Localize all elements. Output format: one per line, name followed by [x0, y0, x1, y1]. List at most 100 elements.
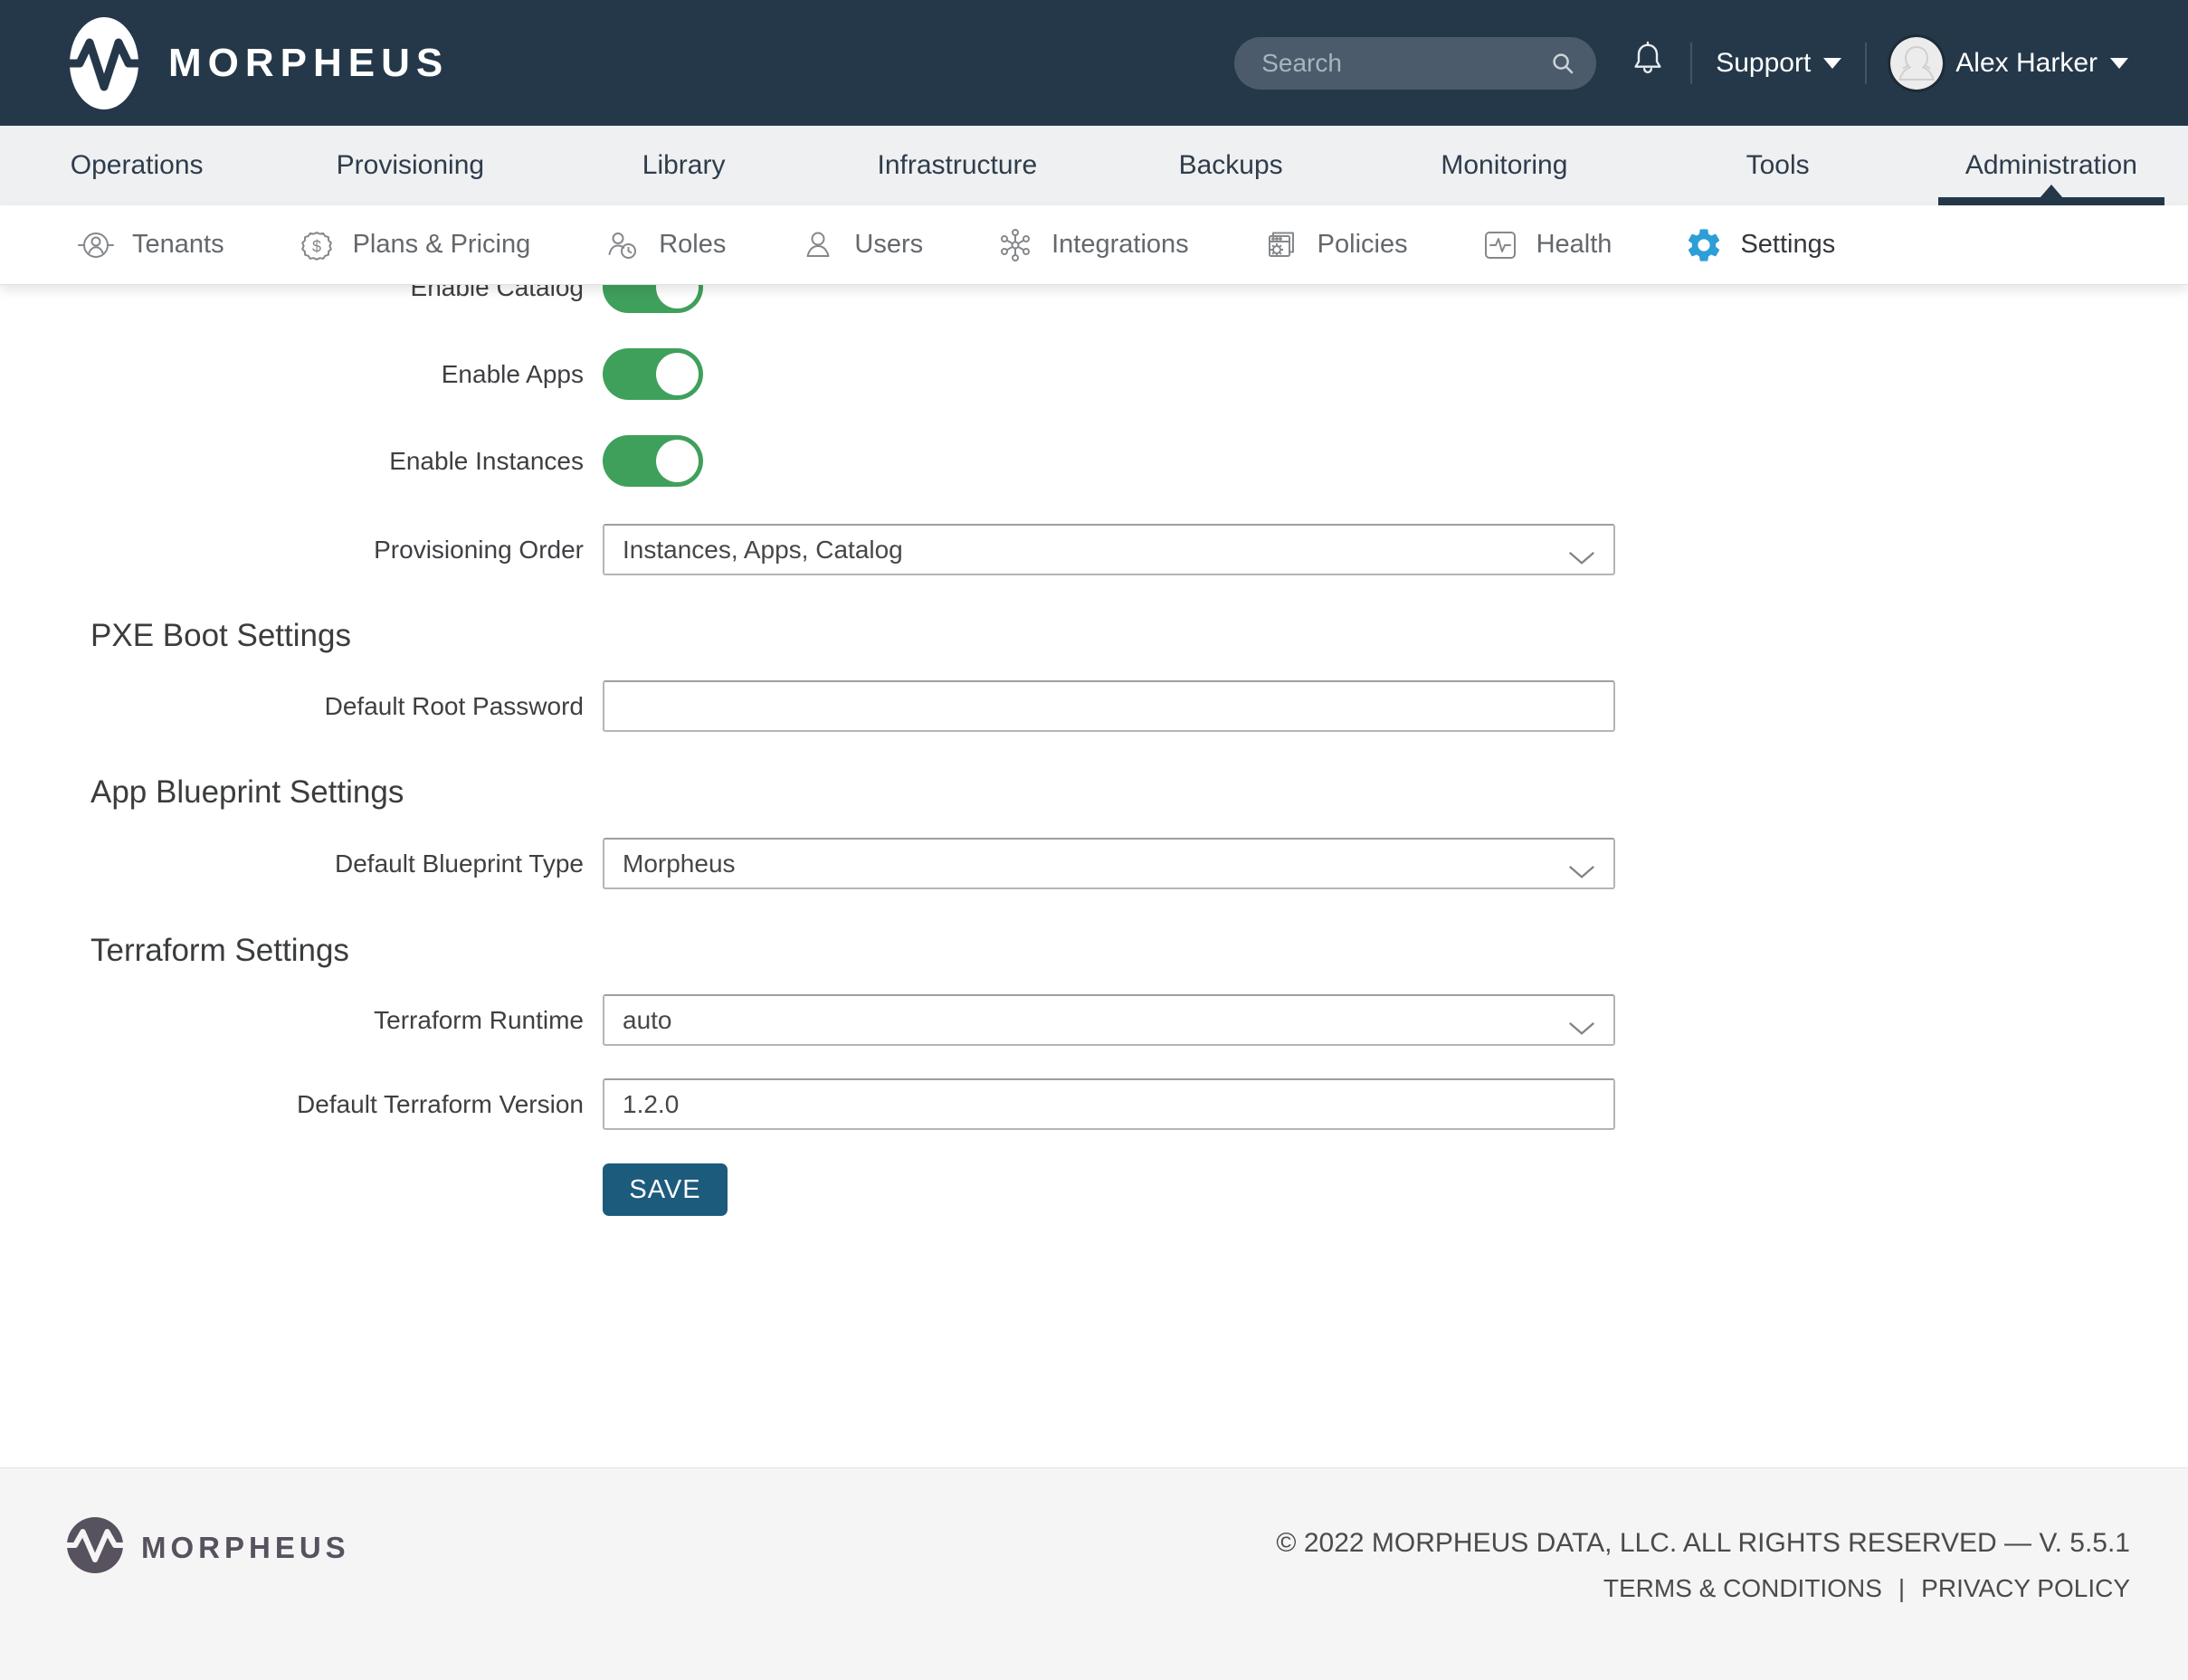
default-blueprint-type-select[interactable]: Morpheus	[603, 838, 1615, 889]
subnav-integrations[interactable]: Integrations	[995, 225, 1189, 265]
default-root-password-input[interactable]	[603, 680, 1615, 732]
roles-icon	[603, 225, 642, 265]
subnav-label: Plans & Pricing	[353, 230, 531, 260]
terraform-runtime-value: auto	[623, 1006, 672, 1035]
default-blueprint-type-label: Default Blueprint Type	[0, 849, 584, 878]
tab-infrastructure[interactable]: Infrastructure	[821, 126, 1094, 205]
notifications-bell-icon[interactable]	[1629, 40, 1667, 86]
health-icon	[1480, 225, 1520, 265]
plans-pricing-icon: $	[297, 225, 337, 265]
terraform-runtime-select[interactable]: auto	[603, 994, 1615, 1046]
tab-administration[interactable]: Administration	[1915, 126, 2188, 205]
footer-brand-title: MORPHEUS	[141, 1531, 350, 1565]
chevron-down-icon	[1823, 58, 1841, 69]
chevron-down-icon	[1568, 1014, 1595, 1043]
provisioning-order-row: Provisioning Order Instances, Apps, Cata…	[0, 524, 1615, 575]
enable-apps-label: Enable Apps	[0, 360, 584, 389]
main-nav: Operations Provisioning Library Infrastr…	[0, 126, 2188, 205]
subnav-label: Settings	[1740, 230, 1835, 260]
subnav-roles[interactable]: Roles	[603, 225, 726, 265]
brand-title: MORPHEUS	[168, 41, 449, 86]
enable-catalog-toggle[interactable]	[603, 285, 703, 313]
provisioning-order-select[interactable]: Instances, Apps, Catalog	[603, 524, 1615, 575]
subnav-settings[interactable]: Settings	[1684, 225, 1835, 265]
support-label: Support	[1716, 48, 1811, 79]
subnav-label: Users	[854, 230, 923, 260]
chevron-down-icon	[2110, 58, 2128, 69]
enable-instances-label: Enable Instances	[0, 447, 584, 476]
admin-sub-nav: Tenants $ Plans & Pricing Roles	[0, 205, 2188, 285]
header-actions: Support Alex Harker	[1234, 0, 2128, 126]
default-blueprint-type-row: Default Blueprint Type Morpheus	[0, 838, 1615, 889]
avatar	[1890, 37, 1943, 90]
morpheus-footer-logo-icon	[67, 1517, 123, 1578]
user-menu[interactable]: Alex Harker	[1890, 37, 2128, 90]
tab-tools[interactable]: Tools	[1641, 126, 1915, 205]
footer-copyright: © 2022 MORPHEUS DATA, LLC. ALL RIGHTS RE…	[1276, 1528, 2130, 1559]
subnav-tenants[interactable]: Tenants	[76, 225, 224, 265]
enable-apps-row: Enable Apps	[0, 348, 703, 400]
integrations-icon	[995, 225, 1035, 265]
user-name: Alex Harker	[1955, 48, 2098, 79]
subnav-label: Roles	[659, 230, 726, 260]
tab-monitoring[interactable]: Monitoring	[1367, 126, 1641, 205]
search-input[interactable]	[1234, 37, 1596, 90]
toggle-knob	[656, 285, 699, 308]
morpheus-logo-icon	[69, 16, 139, 110]
enable-instances-row: Enable Instances	[0, 435, 703, 487]
tenants-icon	[76, 225, 116, 265]
default-root-password-row: Default Root Password	[0, 680, 1615, 732]
footer-brand: MORPHEUS	[67, 1517, 350, 1578]
chevron-down-icon	[1568, 858, 1595, 887]
search-icon[interactable]	[1549, 50, 1576, 77]
settings-content: Enable Catalog Enable Apps Enable Instan…	[0, 285, 2188, 1467]
subnav-label: Health	[1536, 230, 1612, 260]
default-root-password-label: Default Root Password	[0, 692, 584, 721]
subnav-plans-pricing[interactable]: $ Plans & Pricing	[297, 225, 531, 265]
tab-backups[interactable]: Backups	[1094, 126, 1367, 205]
subnav-health[interactable]: Health	[1480, 225, 1612, 265]
toggle-knob	[656, 440, 699, 482]
default-terraform-version-input[interactable]	[603, 1078, 1615, 1130]
enable-catalog-row: Enable Catalog	[0, 285, 703, 313]
privacy-policy-link[interactable]: PRIVACY POLICY	[1921, 1574, 2130, 1603]
header-divider	[1865, 43, 1867, 84]
terraform-settings-heading: Terraform Settings	[90, 933, 349, 969]
support-menu[interactable]: Support	[1716, 48, 1841, 79]
footer-links-separator: |	[1898, 1574, 1905, 1603]
default-terraform-version-row: Default Terraform Version	[0, 1078, 1615, 1130]
terraform-runtime-row: Terraform Runtime auto	[0, 994, 1615, 1046]
save-button[interactable]: SAVE	[603, 1163, 728, 1216]
enable-instances-toggle[interactable]	[603, 435, 703, 487]
default-blueprint-type-value: Morpheus	[623, 849, 736, 878]
enable-apps-toggle[interactable]	[603, 348, 703, 400]
terraform-runtime-label: Terraform Runtime	[0, 1006, 584, 1035]
search-box	[1234, 37, 1596, 90]
provisioning-order-value: Instances, Apps, Catalog	[623, 536, 903, 565]
users-icon	[798, 225, 838, 265]
subnav-users[interactable]: Users	[798, 225, 923, 265]
tab-operations[interactable]: Operations	[0, 126, 273, 205]
tab-provisioning[interactable]: Provisioning	[273, 126, 547, 205]
pxe-boot-settings-heading: PXE Boot Settings	[90, 618, 351, 654]
subnav-label: Tenants	[132, 230, 224, 260]
brand: MORPHEUS	[69, 0, 449, 126]
header-divider	[1690, 43, 1692, 84]
chevron-down-icon	[1568, 544, 1595, 573]
tab-library[interactable]: Library	[547, 126, 821, 205]
page: MORPHEUS Support	[0, 0, 2188, 1679]
footer-legal: © 2022 MORPHEUS DATA, LLC. ALL RIGHTS RE…	[1276, 1528, 2130, 1603]
policies-icon	[1261, 225, 1301, 265]
subnav-label: Policies	[1318, 230, 1408, 260]
subnav-label: Integrations	[1051, 230, 1189, 260]
subnav-policies[interactable]: Policies	[1261, 225, 1408, 265]
toggle-knob	[656, 353, 699, 395]
footer: MORPHEUS © 2022 MORPHEUS DATA, LLC. ALL …	[0, 1467, 2188, 1680]
enable-catalog-label: Enable Catalog	[0, 285, 584, 302]
default-terraform-version-label: Default Terraform Version	[0, 1090, 584, 1119]
top-header: MORPHEUS Support	[0, 0, 2188, 126]
terms-conditions-link[interactable]: TERMS & CONDITIONS	[1603, 1574, 1882, 1603]
svg-text:$: $	[312, 237, 321, 255]
footer-links: TERMS & CONDITIONS | PRIVACY POLICY	[1276, 1574, 2130, 1603]
app-blueprint-settings-heading: App Blueprint Settings	[90, 774, 404, 811]
